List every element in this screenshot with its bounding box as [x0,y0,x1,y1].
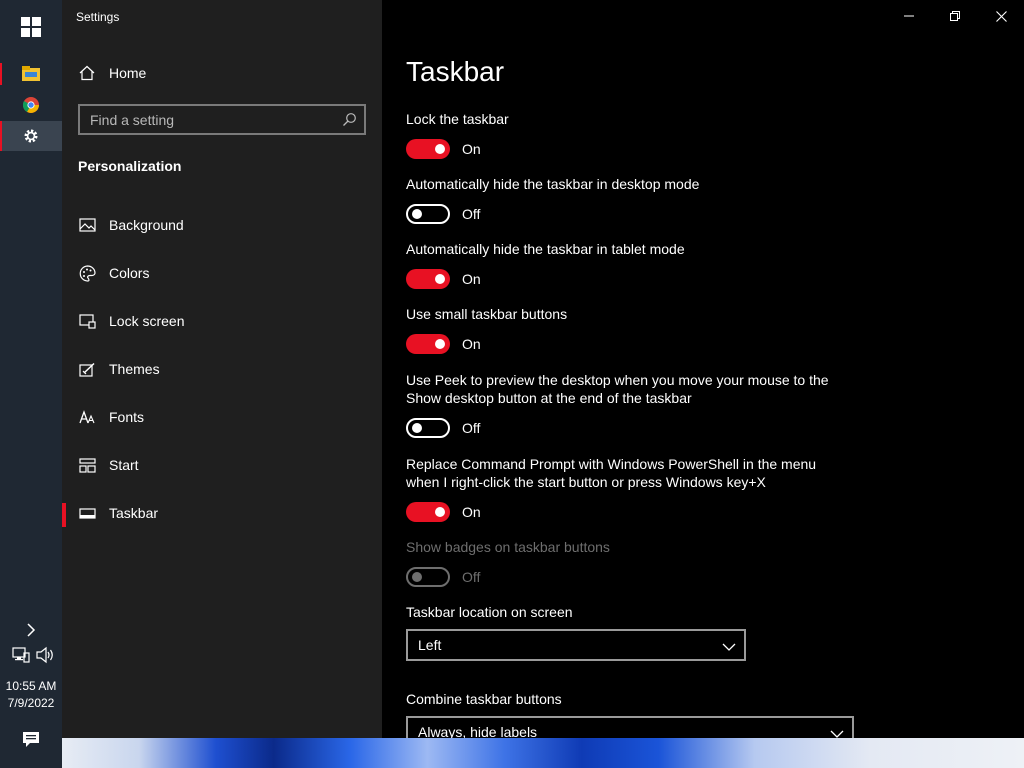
settings-window: Settings Home Personalization Background [62,0,1024,748]
small-buttons-toggle[interactable] [406,334,450,354]
setting-label-autohide-desktop: Automatically hide the taskbar in deskto… [406,176,700,192]
image-icon [78,216,96,234]
content-pane: Taskbar Lock the taskbar On Automaticall… [382,0,1024,748]
toggle-state: Off [462,420,481,436]
gear-icon [24,129,38,143]
lock-screen-icon [78,312,96,330]
toggle-state: Off [462,206,481,222]
clock-date: 7/9/2022 [7,696,55,710]
search-box[interactable] [78,104,366,135]
powershell-toggle[interactable] [406,502,450,522]
location-label: Taskbar location on screen [406,604,573,620]
toggle-state: On [462,271,481,287]
setting-label-peek: Use Peek to preview the desktop when you… [406,372,829,406]
chrome-taskbar-button[interactable] [0,90,62,120]
setting-label-powershell: Replace Command Prompt with Windows Powe… [406,456,817,490]
action-center-button[interactable] [0,724,62,754]
fonts-icon [78,408,96,426]
notification-icon [23,732,39,747]
chrome-icon [23,97,39,113]
search-icon[interactable] [342,112,357,132]
app-title: Settings [76,10,120,24]
network-icon[interactable] [12,646,30,664]
file-explorer-taskbar-button[interactable] [0,59,62,89]
sidebar-item-label: Background [109,217,184,233]
dropdown-value: Left [418,637,442,653]
section-title: Personalization [78,158,182,174]
sidebar-item-fonts[interactable]: Fonts [62,397,382,437]
start-icon [78,456,96,474]
windows-taskbar: 10:55 AM 7/9/2022 [0,0,62,768]
clock-time: 10:55 AM [5,679,57,693]
toggle-state: Off [462,569,481,585]
show-hidden-icons-button[interactable] [0,615,62,645]
volume-icon[interactable] [35,646,55,664]
setting-label-lock-taskbar: Lock the taskbar [406,111,509,127]
setting-label-badges: Show badges on taskbar buttons [406,539,610,555]
peek-toggle[interactable] [406,418,450,438]
sidebar-item-label: Start [109,457,139,473]
taskbar-location-dropdown[interactable]: Left [406,629,746,661]
folder-icon [22,66,40,81]
sidebar-item-home[interactable]: Home [62,53,382,93]
sidebar-item-background[interactable]: Background [62,205,382,245]
themes-icon [78,360,96,378]
sidebar-item-themes[interactable]: Themes [62,349,382,389]
windows-logo-icon [21,17,41,37]
lock-taskbar-toggle[interactable] [406,139,450,159]
taskbar-icon [78,504,96,522]
chevron-right-icon [27,623,36,637]
setting-label-small-buttons: Use small taskbar buttons [406,306,568,322]
badges-toggle [406,567,450,587]
sidebar: Settings Home Personalization Background [62,0,382,738]
sidebar-item-colors[interactable]: Colors [62,253,382,293]
sidebar-item-label: Lock screen [109,313,185,329]
taskbar-clock[interactable]: 10:55 AM 7/9/2022 [0,678,62,712]
sidebar-item-start[interactable]: Start [62,445,382,485]
toggle-state: On [462,336,481,352]
setting-label-autohide-tablet: Automatically hide the taskbar in tablet… [406,241,685,257]
sidebar-item-lock-screen[interactable]: Lock screen [62,301,382,341]
autohide-desktop-toggle[interactable] [406,204,450,224]
toggle-state: On [462,141,481,157]
sidebar-item-label: Home [109,65,147,81]
sidebar-item-label: Themes [109,361,160,377]
desktop-wallpaper [62,738,1024,768]
home-icon [78,64,96,82]
palette-icon [78,264,96,282]
page-title: Taskbar [406,56,505,87]
search-input[interactable] [80,106,364,133]
settings-taskbar-button[interactable] [0,121,62,151]
combine-label: Combine taskbar buttons [406,691,562,707]
sidebar-item-label: Colors [109,265,150,281]
sidebar-item-label: Fonts [109,409,145,425]
start-button[interactable] [0,12,62,42]
autohide-tablet-toggle[interactable] [406,269,450,289]
sidebar-item-label: Taskbar [109,505,159,521]
toggle-state: On [462,504,481,520]
chevron-down-icon [722,639,736,657]
sidebar-item-taskbar[interactable]: Taskbar [62,493,382,533]
